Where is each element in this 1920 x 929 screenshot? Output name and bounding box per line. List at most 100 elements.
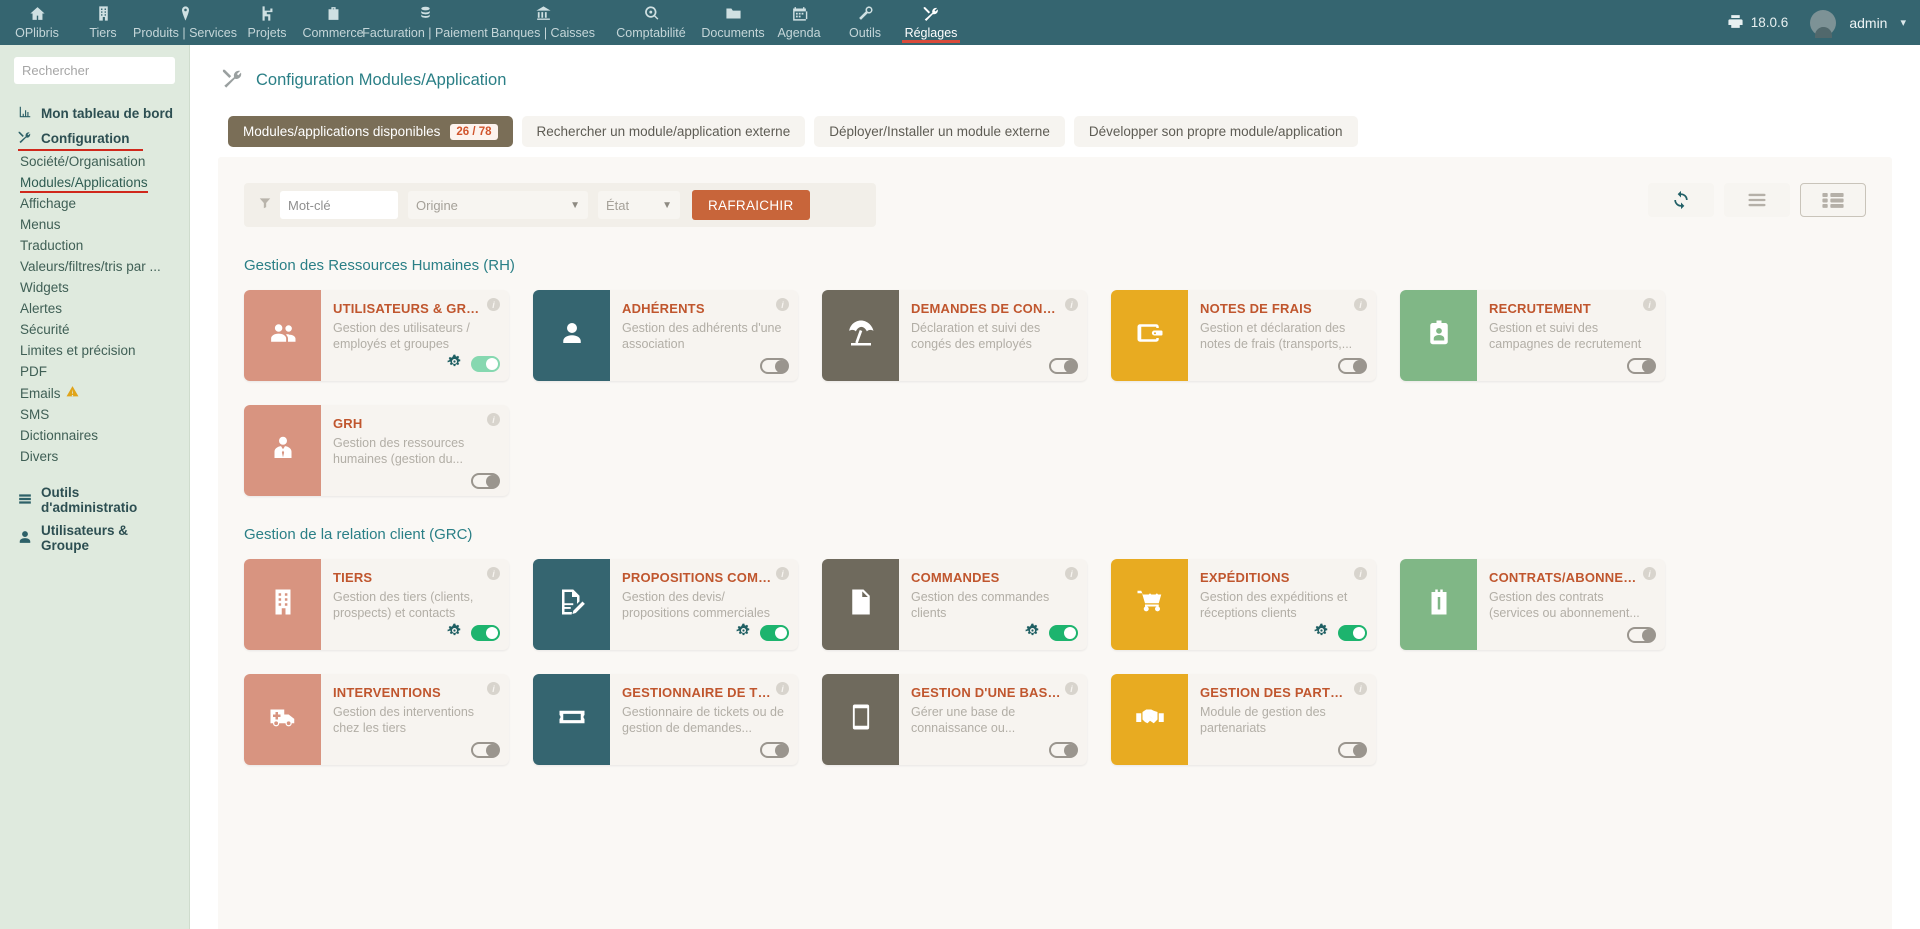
topnav-item-facturation-paiement[interactable]: Facturation | Paiement <box>362 0 488 40</box>
sidebar-item-valeurs-filtres-tris-par[interactable]: Valeurs/filtres/tris par ... <box>0 256 189 277</box>
module-card[interactable]: TIERS Gestion des tiers (clients, prospec… <box>244 559 509 650</box>
sidebar-item-users-groups[interactable]: Utilisateurs & Groupe <box>0 519 189 557</box>
sidebar-item-dashboard[interactable]: Mon tableau de bord <box>0 101 189 126</box>
user-name[interactable]: admin <box>1849 15 1887 31</box>
info-icon[interactable]: i <box>1354 298 1367 311</box>
sidebar-item-widgets[interactable]: Widgets <box>0 277 189 298</box>
module-card[interactable]: NOTES DE FRAIS Gestion et déclaration des… <box>1111 290 1376 381</box>
module-card[interactable]: GESTION DES PARTEN... Module de gestion d… <box>1111 674 1376 765</box>
module-toggle[interactable] <box>471 625 500 641</box>
info-icon[interactable]: i <box>1643 567 1656 580</box>
module-card-body: DEMANDES DE CONGÉS Déclaration et suivi d… <box>899 290 1087 381</box>
topnav-item-banques-caisses[interactable]: Banques | Caisses <box>484 0 602 40</box>
chevron-down-icon[interactable]: ▾ <box>1900 16 1906 29</box>
refresh-button[interactable]: RAFRAICHIR <box>692 190 810 220</box>
info-icon[interactable]: i <box>487 298 500 311</box>
sidebar-item-soci-t-organisation[interactable]: Société/Organisation <box>0 151 189 172</box>
module-card[interactable]: GESTIONNAIRE DE TIC... Gestionnaire de ti… <box>533 674 798 765</box>
module-toggle[interactable] <box>1338 358 1367 374</box>
origin-select[interactable]: Origine ▼ <box>408 191 588 219</box>
topnav-item-outils[interactable]: Outils <box>832 0 898 40</box>
topnav-item-produits-services[interactable]: Produits | Services <box>133 0 237 40</box>
topnav-item-agenda[interactable]: Agenda <box>766 0 832 40</box>
module-card[interactable]: EXPÉDITIONS Gestion des expéditions et ré… <box>1111 559 1376 650</box>
sidebar-item-traduction[interactable]: Traduction <box>0 235 189 256</box>
gear-icon[interactable] <box>1314 623 1329 643</box>
topnav-item-documents[interactable]: Documents <box>700 0 766 40</box>
tab-0[interactable]: Modules/applications disponibles 26 / 78 <box>228 116 513 147</box>
search-box[interactable] <box>14 57 212 84</box>
sidebar-item-pdf[interactable]: PDF <box>0 361 189 382</box>
sidebar-item-alertes[interactable]: Alertes <box>0 298 189 319</box>
module-toggle[interactable] <box>1049 625 1078 641</box>
topnav-item-commerce[interactable]: Commerce <box>300 0 366 40</box>
module-toggle[interactable] <box>760 358 789 374</box>
module-toggle[interactable] <box>1338 625 1367 641</box>
info-icon[interactable]: i <box>1065 682 1078 695</box>
gear-icon[interactable] <box>736 623 751 643</box>
module-card[interactable]: UTILISATEURS & GROU... Gestion des utilis… <box>244 290 509 381</box>
topnav-item-r-glages[interactable]: Réglages <box>898 0 964 43</box>
info-icon[interactable]: i <box>776 298 789 311</box>
gear-icon[interactable] <box>1025 623 1040 643</box>
info-icon[interactable]: i <box>1354 567 1367 580</box>
search-input[interactable] <box>22 63 198 78</box>
info-icon[interactable]: i <box>487 567 500 580</box>
info-icon[interactable]: i <box>776 682 789 695</box>
module-toggle[interactable] <box>471 356 500 372</box>
topnav-item-projets[interactable]: Projets <box>234 0 300 40</box>
module-card[interactable]: DEMANDES DE CONGÉS Déclaration et suivi d… <box>822 290 1087 381</box>
sidebar-item-modules-applications[interactable]: Modules/Applications <box>0 172 189 193</box>
module-card[interactable]: GRH Gestion des ressources humaines (gest… <box>244 405 509 496</box>
sidebar-item-affichage[interactable]: Affichage <box>0 193 189 214</box>
module-toggle[interactable] <box>1049 742 1078 758</box>
tab-1[interactable]: Rechercher un module/application externe <box>521 116 806 147</box>
section-title: Gestion des Ressources Humaines (RH) <box>244 257 515 274</box>
topnav-item-oplibris[interactable]: OPlibris <box>4 0 70 40</box>
grid-view-button[interactable] <box>1800 183 1866 217</box>
sidebar-item-divers[interactable]: Divers <box>0 446 189 467</box>
module-card[interactable]: INTERVENTIONS Gestion des interventions c… <box>244 674 509 765</box>
module-toggle[interactable] <box>760 742 789 758</box>
info-icon[interactable]: i <box>487 413 500 426</box>
topnav-item-tiers[interactable]: Tiers <box>70 0 136 40</box>
sidebar-item-configuration[interactable]: Configuration <box>0 126 189 151</box>
module-card[interactable]: RECRUTEMENT Gestion et suivi des campagne… <box>1400 290 1665 381</box>
sidebar-item-dictionnaires[interactable]: Dictionnaires <box>0 425 189 446</box>
gear-icon[interactable] <box>447 354 462 374</box>
refresh-view-button[interactable] <box>1648 183 1714 217</box>
module-toggle[interactable] <box>1049 358 1078 374</box>
tab-3[interactable]: Développer son propre module/application <box>1073 116 1358 147</box>
module-card[interactable]: ADHÉRENTS Gestion des adhérents d'une ass… <box>533 290 798 381</box>
info-icon[interactable]: i <box>487 682 500 695</box>
module-toggle[interactable] <box>471 473 500 489</box>
module-card[interactable]: PROPOSITIONS COMM... Gestion des devis/ p… <box>533 559 798 650</box>
module-toggle[interactable] <box>1627 358 1656 374</box>
sidebar-item-limites-et-pr-cision[interactable]: Limites et précision <box>0 340 189 361</box>
sidebar-item-sms[interactable]: SMS <box>0 404 189 425</box>
module-card[interactable]: COMMANDES Gestion des commandes clients i <box>822 559 1087 650</box>
sidebar-item-admin-tools[interactable]: Outils d'administratio <box>0 481 189 519</box>
info-icon[interactable]: i <box>1354 682 1367 695</box>
tab-2[interactable]: Déployer/Installer un module externe <box>814 116 1065 147</box>
info-icon[interactable]: i <box>776 567 789 580</box>
info-icon[interactable]: i <box>1643 298 1656 311</box>
sidebar-item-s-curit[interactable]: Sécurité <box>0 319 189 340</box>
printer-icon[interactable] <box>1727 13 1744 33</box>
module-card[interactable]: GESTION D'UNE BASE ... Gérer une base de … <box>822 674 1087 765</box>
module-toggle[interactable] <box>471 742 500 758</box>
module-card[interactable]: CONTRATS/ABONNEM... Gestion des contrats … <box>1400 559 1665 650</box>
module-toggle[interactable] <box>1338 742 1367 758</box>
module-toggle[interactable] <box>1627 627 1656 643</box>
module-toggle[interactable] <box>760 625 789 641</box>
list-view-button[interactable] <box>1724 183 1790 217</box>
topnav-item-comptabilit[interactable]: Comptabilité <box>602 0 700 40</box>
state-select[interactable]: État ▼ <box>598 191 680 219</box>
info-icon[interactable]: i <box>1065 567 1078 580</box>
sidebar-item-emails[interactable]: Emails <box>0 382 189 404</box>
gear-icon[interactable] <box>447 623 462 643</box>
info-icon[interactable]: i <box>1065 298 1078 311</box>
avatar[interactable] <box>1810 9 1837 38</box>
sidebar-item-menus[interactable]: Menus <box>0 214 189 235</box>
keyword-input[interactable] <box>280 191 398 219</box>
